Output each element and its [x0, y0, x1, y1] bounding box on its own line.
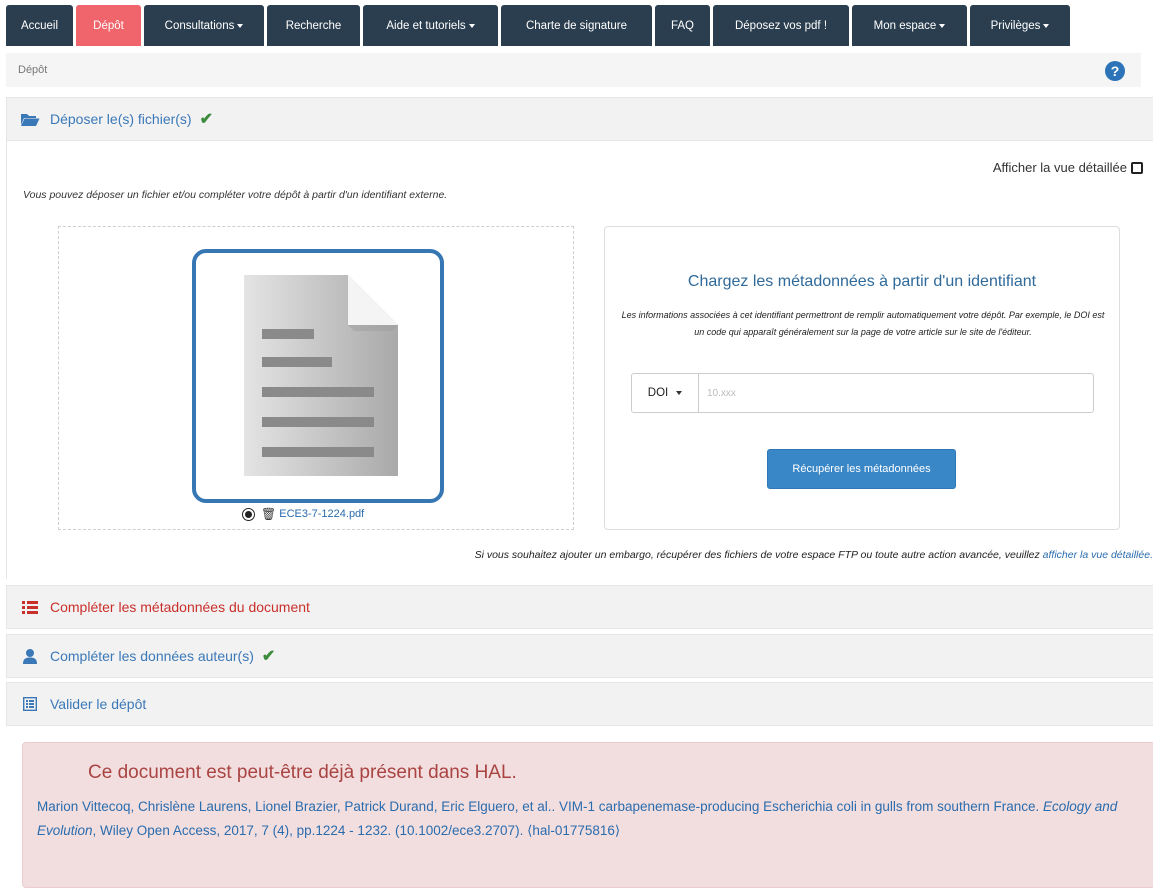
- file-name-link[interactable]: ECE3-7-1224.pdf: [279, 508, 364, 520]
- check-icon: ✔: [199, 111, 213, 128]
- identifier-panel: Chargez les métadonnées à partir d'un id…: [604, 226, 1120, 530]
- question-circle-icon[interactable]: ?: [1105, 61, 1125, 81]
- list-alt-icon: [20, 696, 40, 712]
- nav-tab-consultations[interactable]: Consultations: [144, 5, 264, 46]
- duplicate-alert: Ce document est peut-être déjà présent d…: [22, 742, 1153, 888]
- section-validate-title: Valider le dépôt: [50, 696, 147, 712]
- nav-tab-aide[interactable]: Aide et tutoriels: [363, 5, 498, 46]
- identifier-type-select[interactable]: DOI: [632, 374, 699, 412]
- section-upload-body: Afficher la vue détaillée Vous pouvez dé…: [6, 141, 1153, 579]
- breadcrumb: Dépôt ?: [6, 53, 1141, 87]
- section-metadata-title: Compléter les métadonnées du document: [50, 599, 310, 615]
- nav-tab-label: Charte de signature: [525, 19, 627, 32]
- identifier-input[interactable]: [699, 374, 1093, 412]
- nav-tab-mon-espace[interactable]: Mon espace: [852, 5, 967, 46]
- detailed-view-toggle[interactable]: Afficher la vue détaillée: [993, 160, 1143, 175]
- detailed-view-checkbox[interactable]: [1131, 161, 1143, 174]
- section-upload-header[interactable]: Déposer le(s) fichier(s) ✔: [6, 97, 1153, 141]
- main-file-radio[interactable]: [242, 507, 255, 521]
- nav-tab-accueil[interactable]: Accueil: [6, 5, 73, 46]
- caret-down-icon: [939, 23, 946, 28]
- user-icon: [20, 648, 40, 664]
- folder-open-icon: [20, 111, 40, 127]
- nav-tab-label: Aide et tutoriels: [386, 19, 466, 32]
- nav-tab-label: Déposez vos pdf !: [734, 19, 828, 32]
- fetch-metadata-button[interactable]: Récupérer les métadonnées: [767, 449, 956, 489]
- upload-intro-text: Vous pouvez déposer un fichier et/ou com…: [23, 189, 448, 201]
- section-validate-header[interactable]: Valider le dépôt: [6, 682, 1153, 726]
- caret-down-icon: [1043, 23, 1050, 28]
- nav-tab-label: Mon espace: [873, 19, 937, 32]
- file-preview[interactable]: [192, 249, 444, 503]
- citation-details: , Wiley Open Access, 2017, 7 (4), pp.122…: [92, 823, 621, 838]
- identifier-description: Les informations associées à cet identif…: [621, 310, 1105, 338]
- nav-tab-label: Accueil: [20, 19, 59, 32]
- section-authors-title: Compléter les données auteur(s): [50, 648, 254, 664]
- list-icon: [20, 599, 40, 615]
- section-authors-header[interactable]: Compléter les données auteur(s) ✔: [6, 634, 1153, 678]
- file-document-icon: [244, 275, 398, 476]
- main-nav: Accueil Dépôt Consultations Recherche Ai…: [6, 5, 1073, 46]
- detailed-view-label: Afficher la vue détaillée: [992, 160, 1127, 175]
- citation-authors: Marion Vittecoq, Chrislène Laurens, Lion…: [37, 799, 1043, 814]
- nav-tab-label: Consultations: [164, 19, 235, 32]
- detailed-view-link[interactable]: afficher la vue détaillée.: [1043, 549, 1153, 561]
- nav-tab-label: Recherche: [285, 19, 342, 32]
- alert-citation[interactable]: Marion Vittecoq, Chrislène Laurens, Lion…: [37, 795, 1147, 843]
- section-metadata-header[interactable]: Compléter les métadonnées du document: [6, 585, 1153, 629]
- alert-title: Ce document est peut-être déjà présent d…: [88, 762, 517, 783]
- identifier-type-value: DOI: [647, 387, 669, 399]
- embargo-text: Si vous souhaitez ajouter un embargo, ré…: [474, 549, 1043, 561]
- nav-tab-deposez-pdf[interactable]: Déposez vos pdf !: [713, 5, 849, 46]
- nav-tab-privileges[interactable]: Privilèges: [970, 5, 1070, 46]
- breadcrumb-label: Dépôt: [18, 64, 48, 76]
- identifier-input-group: DOI: [631, 373, 1094, 413]
- trash-icon[interactable]: 🗑: [261, 507, 276, 521]
- caret-down-icon: [468, 23, 475, 28]
- nav-tab-faq[interactable]: FAQ: [655, 5, 710, 46]
- caret-down-icon: [676, 391, 683, 395]
- nav-tab-depot[interactable]: Dépôt: [76, 5, 141, 46]
- nav-tab-recherche[interactable]: Recherche: [267, 5, 360, 46]
- section-upload-title: Déposer le(s) fichier(s): [50, 111, 192, 127]
- check-icon: ✔: [261, 648, 276, 665]
- embargo-hint: Si vous souhaitez ajouter un embargo, ré…: [475, 549, 1153, 561]
- caret-down-icon: [237, 23, 244, 28]
- file-meta: 🗑 ECE3-7-1224.pdf: [242, 507, 364, 521]
- nav-tab-label: FAQ: [670, 19, 694, 32]
- nav-tab-label: Privilèges: [990, 19, 1041, 32]
- identifier-title: Chargez les métadonnées à partir d'un id…: [687, 273, 1037, 290]
- nav-tab-label: Dépôt: [93, 19, 124, 32]
- nav-tab-charte[interactable]: Charte de signature: [501, 5, 652, 46]
- file-dropzone[interactable]: 🗑 ECE3-7-1224.pdf: [58, 226, 574, 530]
